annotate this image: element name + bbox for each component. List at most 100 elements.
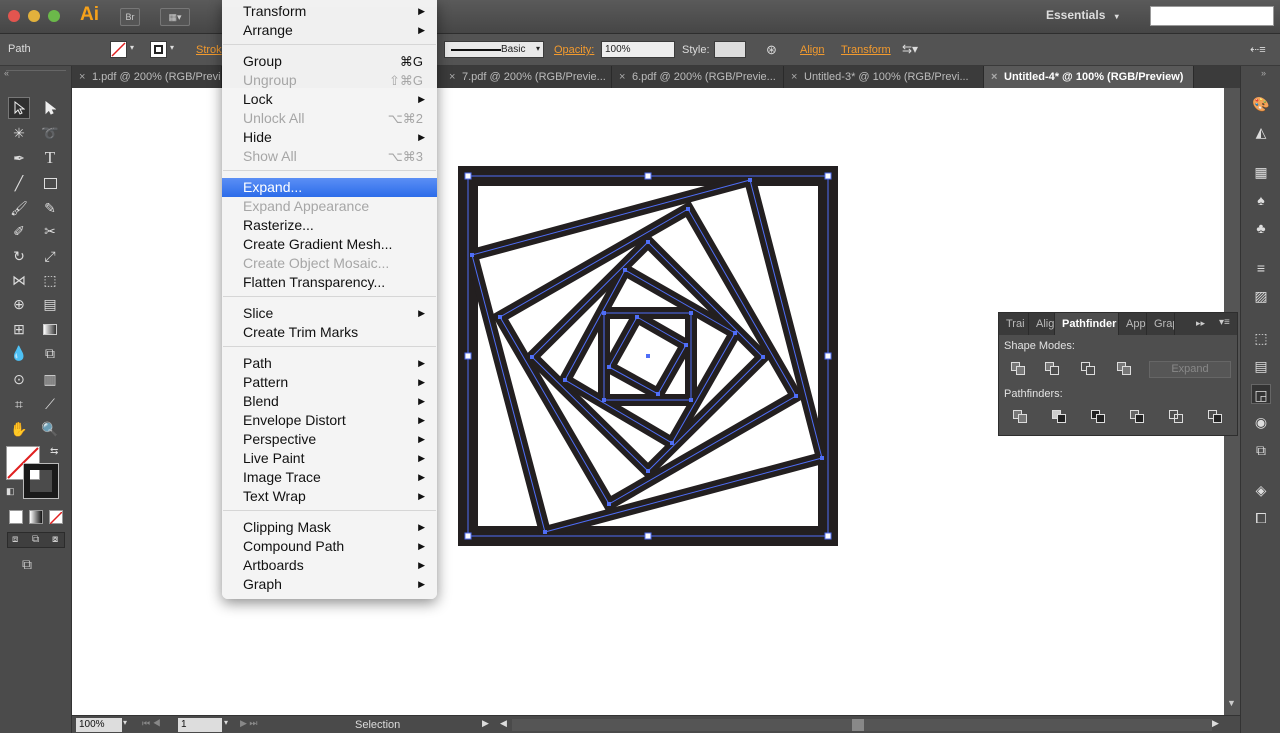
gradient-mode-button[interactable] bbox=[29, 510, 43, 524]
menu-item-flatten-transparency[interactable]: Flatten Transparency... bbox=[222, 273, 437, 292]
menu-item-text-wrap[interactable]: Text Wrap ▶ bbox=[222, 487, 437, 506]
draw-inside-icon[interactable]: ⧇ bbox=[52, 534, 58, 545]
panel-menu-icon[interactable]: ⇠≡ bbox=[1250, 43, 1266, 56]
menu-item-clipping-mask[interactable]: Clipping Mask ▶ bbox=[222, 518, 437, 537]
outline-icon[interactable] bbox=[1169, 410, 1185, 424]
swap-fill-stroke-icon[interactable]: ⇆ bbox=[50, 446, 58, 457]
horizontal-scrollbar-thumb[interactable] bbox=[852, 719, 864, 731]
menu-item-perspective[interactable]: Perspective ▶ bbox=[222, 430, 437, 449]
tab-pathfinder[interactable]: Pathfinder bbox=[1055, 313, 1119, 335]
symbol-sprayer-tool-icon[interactable]: ⊙ bbox=[8, 368, 30, 390]
recolor-artwork-icon[interactable]: ⊛ bbox=[766, 42, 777, 58]
last-artboard-icon[interactable]: ▶ ⏭ bbox=[240, 718, 258, 729]
opacity-panel-link[interactable]: Opacity: bbox=[554, 44, 594, 56]
pen-tool-icon[interactable]: ✒ bbox=[8, 147, 30, 169]
menu-item-expand[interactable]: Expand... bbox=[222, 178, 437, 197]
minus-front-icon[interactable] bbox=[1045, 362, 1061, 376]
graphic-style-picker[interactable] bbox=[714, 41, 746, 58]
menu-item-transform[interactable]: Transform ▶ bbox=[222, 2, 437, 21]
trim-icon[interactable] bbox=[1052, 410, 1068, 424]
stroke-dropdown-chevron-icon[interactable]: ▾ bbox=[170, 43, 174, 52]
brush-definition-dropdown[interactable]: Basic ▾ bbox=[444, 41, 544, 58]
lasso-tool-icon[interactable]: ➰ bbox=[39, 122, 61, 144]
menu-item-create-gradient-mesh[interactable]: Create Gradient Mesh... bbox=[222, 235, 437, 254]
menu-item-create-trim-marks[interactable]: Create Trim Marks bbox=[222, 323, 437, 342]
close-icon[interactable]: × bbox=[79, 66, 85, 88]
menu-item-path[interactable]: Path ▶ bbox=[222, 354, 437, 373]
tab-align[interactable]: Alig bbox=[1029, 313, 1055, 335]
scissors-tool-icon[interactable]: ✂ bbox=[39, 220, 61, 242]
first-artboard-icon[interactable]: ⏮ ◀ bbox=[142, 718, 161, 729]
type-tool-icon[interactable]: T bbox=[39, 147, 61, 169]
draw-normal-icon[interactable]: ⧈ bbox=[12, 534, 18, 545]
menu-item-slice[interactable]: Slice ▶ bbox=[222, 304, 437, 323]
draw-behind-icon[interactable]: ⧉ bbox=[32, 534, 39, 545]
rotate-tool-icon[interactable]: ↻ bbox=[8, 245, 30, 267]
transform-panel-link[interactable]: Transform bbox=[841, 44, 891, 56]
fill-swatch[interactable] bbox=[110, 41, 127, 58]
merge-icon[interactable] bbox=[1091, 410, 1107, 424]
zoom-level-input[interactable]: 100% bbox=[76, 718, 122, 732]
symbols-panel-icon[interactable]: ♣ bbox=[1251, 218, 1271, 238]
tab-appearance[interactable]: App bbox=[1119, 313, 1147, 335]
minus-back-icon[interactable] bbox=[1208, 410, 1224, 424]
panel-menu-icon[interactable]: ▾≡ bbox=[1219, 317, 1230, 328]
menu-item-lock[interactable]: Lock ▶ bbox=[222, 90, 437, 109]
selection-tool-icon[interactable] bbox=[8, 97, 30, 119]
gradient-tool-icon[interactable] bbox=[39, 318, 61, 340]
color-guide-icon[interactable]: ◭ bbox=[1251, 122, 1271, 142]
opacity-input[interactable]: 100% bbox=[601, 41, 675, 58]
align-panel-link[interactable]: Align bbox=[800, 44, 824, 56]
magic-wand-tool-icon[interactable]: ✳ bbox=[8, 122, 30, 144]
artboard-number-input[interactable]: 1 bbox=[178, 718, 222, 732]
close-icon[interactable]: × bbox=[991, 66, 997, 88]
width-tool-icon[interactable]: ⋈ bbox=[8, 269, 30, 291]
document-tab[interactable]: × Untitled-3* @ 100% (RGB/Previ... bbox=[784, 66, 984, 88]
menu-item-compound-path[interactable]: Compound Path ▶ bbox=[222, 537, 437, 556]
close-icon[interactable]: × bbox=[619, 66, 625, 88]
zoom-window-button[interactable] bbox=[48, 10, 60, 22]
color-mode-button[interactable] bbox=[9, 510, 23, 524]
blend-tool-icon[interactable]: ⧉ bbox=[39, 342, 61, 364]
close-window-button[interactable] bbox=[8, 10, 20, 22]
direct-selection-tool-icon[interactable] bbox=[39, 97, 61, 119]
graphic-styles-panel-icon[interactable]: ⧉ bbox=[1251, 440, 1271, 460]
shape-builder-tool-icon[interactable]: ⊕ bbox=[8, 293, 30, 315]
artboards-panel-icon[interactable]: ⧠ bbox=[1251, 508, 1271, 528]
expand-panels-icon[interactable]: » bbox=[1261, 68, 1266, 78]
document-tab[interactable]: × 1.pdf @ 200% (RGB/Previe... bbox=[72, 66, 222, 88]
stroke-swatch[interactable] bbox=[150, 41, 167, 58]
bridge-button[interactable]: Br bbox=[120, 8, 140, 26]
document-tab-active[interactable]: × Untitled-4* @ 100% (RGB/Preview) bbox=[984, 66, 1194, 88]
artboard-tool-icon[interactable]: ⌗ bbox=[8, 393, 30, 415]
search-input[interactable] bbox=[1150, 6, 1274, 26]
column-graph-tool-icon[interactable]: ▥ bbox=[39, 368, 61, 390]
scroll-down-arrow-icon[interactable]: ▼ bbox=[1227, 698, 1236, 708]
workspace-switcher[interactable]: Essentials ▾ bbox=[1046, 8, 1136, 22]
zoom-tool-icon[interactable]: 🔍 bbox=[39, 418, 61, 440]
menu-item-envelope-distort[interactable]: Envelope Distort ▶ bbox=[222, 411, 437, 430]
menu-item-arrange[interactable]: Arrange ▶ bbox=[222, 21, 437, 40]
pencil-tool-icon[interactable]: ✎ bbox=[39, 197, 61, 219]
zoom-dropdown-chevron-icon[interactable]: ▾ bbox=[123, 718, 127, 727]
scroll-left-arrow-icon[interactable]: ◀ bbox=[500, 718, 507, 729]
transform-panel-icon[interactable]: ⬚ bbox=[1251, 328, 1271, 348]
menu-item-pattern[interactable]: Pattern ▶ bbox=[222, 373, 437, 392]
menu-item-image-trace[interactable]: Image Trace ▶ bbox=[222, 468, 437, 487]
scale-tool-icon[interactable]: ⤢ bbox=[39, 245, 61, 267]
line-segment-tool-icon[interactable]: ╱ bbox=[8, 172, 30, 194]
document-tab[interactable]: × 7.pdf @ 200% (RGB/Previe... bbox=[442, 66, 612, 88]
pathfinder-panel-icon[interactable]: ◲ bbox=[1251, 384, 1271, 404]
default-fill-stroke-icon[interactable]: ◧ bbox=[6, 486, 15, 497]
close-icon[interactable]: × bbox=[449, 66, 455, 88]
exclude-icon[interactable] bbox=[1117, 362, 1133, 376]
artboard-dropdown-chevron-icon[interactable]: ▾ bbox=[224, 718, 228, 727]
change-screen-mode-icon[interactable]: ⧉ bbox=[22, 556, 32, 573]
perspective-grid-tool-icon[interactable]: ▤ bbox=[39, 293, 61, 315]
slice-tool-icon[interactable]: ⟋ bbox=[39, 393, 61, 415]
more-tabs-chevron-icon[interactable]: ▸▸ bbox=[1196, 318, 1205, 329]
stroke-panel-link[interactable]: Strok bbox=[196, 44, 222, 56]
scroll-right-arrow-icon[interactable]: ▶ bbox=[1212, 718, 1219, 729]
stroke-panel-icon[interactable]: ≡ bbox=[1251, 258, 1271, 278]
gradient-panel-icon[interactable]: ▨ bbox=[1251, 286, 1271, 306]
